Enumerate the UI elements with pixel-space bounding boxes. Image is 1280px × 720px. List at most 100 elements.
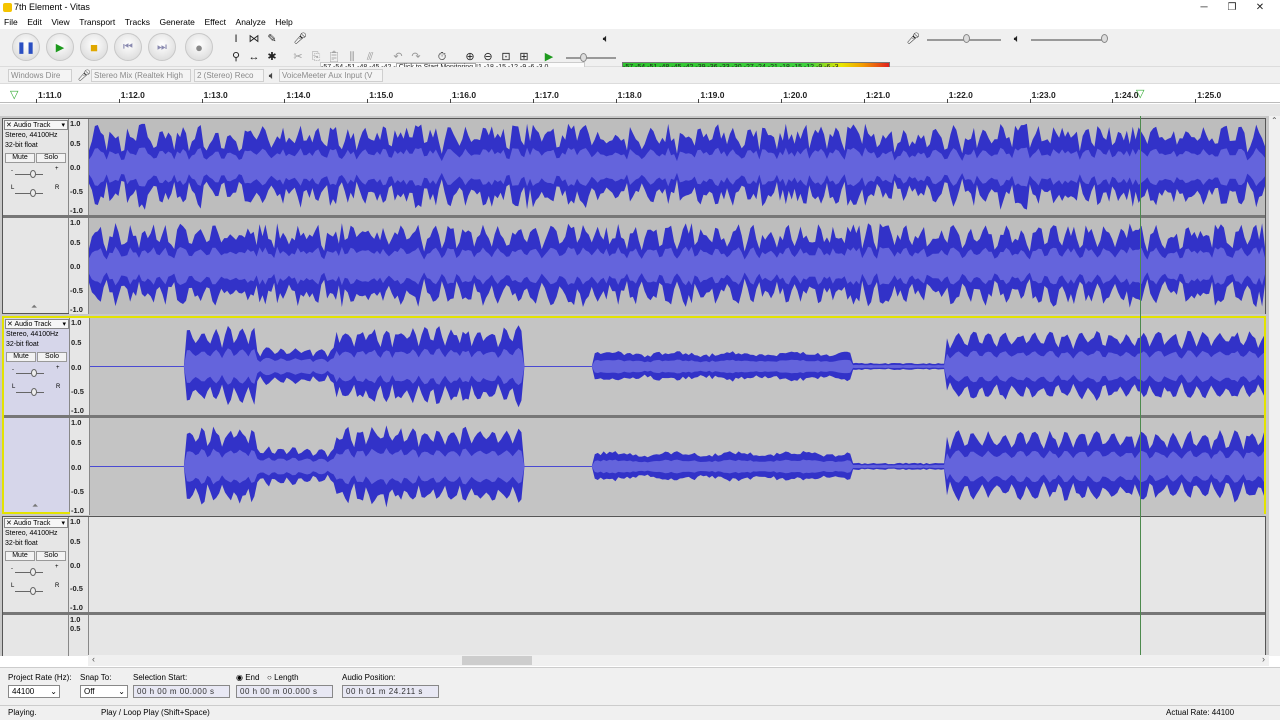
zoom-tool[interactable]: ⚲ xyxy=(228,49,244,65)
zoom-out-button[interactable]: ⊖ xyxy=(480,49,496,65)
track-area[interactable]: ✕ Audio Track ▾ Stereo, 44100Hz 32-bit floa… xyxy=(0,116,1269,656)
playback-meter-button[interactable]: 🔈︎ xyxy=(598,31,614,47)
vertical-ruler[interactable]: 1.0 0.5 0.0 -0.5 -1.0 xyxy=(70,318,90,415)
track-name-menu[interactable]: ✕ Audio Track ▾ xyxy=(4,120,68,130)
menu-generate[interactable]: Generate xyxy=(155,15,197,27)
menu-edit[interactable]: Edit xyxy=(23,15,45,27)
gain-knob[interactable] xyxy=(30,568,36,576)
envelope-tool[interactable]: ⋈ xyxy=(246,31,262,47)
play-speed-slider[interactable] xyxy=(566,57,616,59)
sync-lock-button[interactable]: ⏱ xyxy=(434,49,450,65)
draw-tool[interactable]: ✎ xyxy=(264,31,280,47)
fit-project-button[interactable]: ⊞ xyxy=(516,49,532,65)
waveform-channel[interactable] xyxy=(89,119,1265,215)
silence-button[interactable]: ⫻ xyxy=(362,49,378,65)
solo-button[interactable]: Solo xyxy=(36,153,66,163)
audio-track-3[interactable]: ✕ Audio Track ▾ Stereo, 44100Hz 32-bit floa… xyxy=(2,516,1266,656)
pan-slider[interactable] xyxy=(16,392,44,393)
waveform-channel[interactable] xyxy=(90,318,1264,415)
maximize-button[interactable]: ❐ xyxy=(1218,0,1246,15)
mute-button[interactable]: Mute xyxy=(5,153,35,163)
audio-track-1[interactable]: ✕ Audio Track ▾ Stereo, 44100Hz 32-bit floa… xyxy=(2,118,1266,314)
gain-knob[interactable] xyxy=(31,369,37,377)
copy-button[interactable]: ⎘ xyxy=(308,49,324,65)
skip-to-start-button[interactable]: ⏮ xyxy=(114,33,142,61)
selection-start-field[interactable]: 00 h 00 m 00.000 s xyxy=(133,685,230,698)
record-button[interactable]: ● xyxy=(185,33,213,61)
playback-volume-slider[interactable] xyxy=(1031,39,1107,41)
vertical-ruler[interactable]: 1.0 0.5 0.0 -0.5 -1.0 xyxy=(69,119,89,215)
snap-to-select[interactable]: Off ⌄ xyxy=(80,685,128,698)
pan-knob[interactable] xyxy=(31,388,37,396)
track-name-menu[interactable]: ✕ Audio Track ▾ xyxy=(5,319,69,329)
pan-knob[interactable] xyxy=(30,189,36,197)
audio-position-field[interactable]: 00 h 01 m 24.211 s xyxy=(342,685,439,698)
solo-button[interactable]: Solo xyxy=(36,551,66,561)
close-button[interactable]: ✕ xyxy=(1246,0,1274,15)
track-name-menu[interactable]: ✕ Audio Track ▾ xyxy=(4,518,68,528)
timeshift-tool[interactable]: ↔ xyxy=(246,49,262,65)
record-meter-button[interactable]: 🎤︎ xyxy=(292,31,308,47)
vertical-scrollbar[interactable]: ⌃ xyxy=(1269,116,1280,656)
playback-volume-knob[interactable] xyxy=(1101,34,1108,43)
paste-button[interactable]: 📋︎ xyxy=(326,49,342,65)
trim-button[interactable]: ⫼ xyxy=(344,49,360,65)
pan-slider[interactable] xyxy=(15,591,43,592)
waveform-channel[interactable] xyxy=(89,615,1265,656)
redo-button[interactable]: ↷ xyxy=(408,49,424,65)
menu-effect[interactable]: Effect xyxy=(200,15,229,27)
end-radio[interactable]: ◉ End xyxy=(236,673,259,682)
gain-slider[interactable] xyxy=(15,572,43,573)
vertical-ruler[interactable]: 1.0 0.5 0.0 -0.5 -1.0 xyxy=(69,218,89,314)
undo-button[interactable]: ↶ xyxy=(390,49,406,65)
menu-help[interactable]: Help xyxy=(271,15,295,27)
recording-volume-knob[interactable] xyxy=(963,34,970,43)
gain-slider[interactable] xyxy=(16,373,44,374)
menu-file[interactable]: File xyxy=(0,15,21,27)
gain-knob[interactable] xyxy=(30,170,36,178)
close-track-icon[interactable]: ✕ xyxy=(6,520,12,527)
length-radio[interactable]: ○ Length xyxy=(267,673,299,682)
play-at-speed-button[interactable]: ▶ xyxy=(541,49,557,65)
collapse-track-icon[interactable]: ⏶ xyxy=(32,501,38,511)
pause-button[interactable]: ❚❚ xyxy=(12,33,40,61)
waveform-channel[interactable] xyxy=(90,418,1264,515)
recording-channels-select[interactable]: 2 (Stereo) Reco xyxy=(194,69,264,82)
vertical-ruler[interactable]: 1.0 0.5 0.0 -0.5 -1.0 xyxy=(70,418,90,515)
mute-button[interactable]: Mute xyxy=(5,551,35,561)
vertical-ruler[interactable]: 1.0 0.5 xyxy=(69,615,89,656)
menu-tracks[interactable]: Tracks xyxy=(121,15,153,27)
pan-slider[interactable] xyxy=(15,193,43,194)
playback-device-select[interactable]: VoiceMeeter Aux Input (V xyxy=(279,69,383,82)
selection-end-field[interactable]: 00 h 00 m 00.000 s xyxy=(236,685,333,698)
horizontal-scrollbar[interactable]: ‹ › xyxy=(88,654,1269,666)
minimize-button[interactable]: ─ xyxy=(1190,0,1218,15)
play-button[interactable]: ▶ xyxy=(46,33,74,61)
zoom-in-button[interactable]: ⊕ xyxy=(462,49,478,65)
gain-slider[interactable] xyxy=(15,174,43,175)
solo-button[interactable]: Solo xyxy=(37,352,67,362)
close-track-icon[interactable]: ✕ xyxy=(6,122,12,129)
menu-view[interactable]: View xyxy=(47,15,72,27)
timeline-ruler[interactable]: ▽ 1:11.0 1:12.0 1:13.0 1:14.0 1:15.0 1:16.0 1:… xyxy=(0,85,1280,103)
multi-tool[interactable]: ✱ xyxy=(264,49,280,65)
menu-analyze[interactable]: Analyze xyxy=(232,15,269,27)
horizontal-scroll-thumb[interactable] xyxy=(462,656,532,665)
selection-tool[interactable]: I xyxy=(228,31,244,47)
audio-track-2[interactable]: ✕ Audio Track ▾ Stereo, 44100Hz 32-bit floa… xyxy=(2,316,1266,515)
vertical-ruler[interactable]: 1.0 0.5 0.0 -0.5 -1.0 xyxy=(69,517,89,612)
play-speed-knob[interactable] xyxy=(580,53,587,62)
close-track-icon[interactable]: ✕ xyxy=(7,321,13,328)
recording-device-select[interactable]: Stereo Mix (Realtek High xyxy=(91,69,191,82)
waveform-channel[interactable] xyxy=(89,517,1265,612)
pan-knob[interactable] xyxy=(30,587,36,595)
skip-to-end-button[interactable]: ⏭ xyxy=(148,33,176,61)
fit-selection-button[interactable]: ⊡ xyxy=(498,49,514,65)
audio-host-select[interactable]: Windows Dire xyxy=(8,69,72,82)
stop-button[interactable]: ■ xyxy=(80,33,108,61)
project-rate-select[interactable]: 44100 ⌄ xyxy=(8,685,60,698)
menu-transport[interactable]: Transport xyxy=(75,15,118,27)
waveform-channel[interactable] xyxy=(89,218,1265,314)
cut-button[interactable]: ✂ xyxy=(290,49,306,65)
mute-button[interactable]: Mute xyxy=(6,352,36,362)
